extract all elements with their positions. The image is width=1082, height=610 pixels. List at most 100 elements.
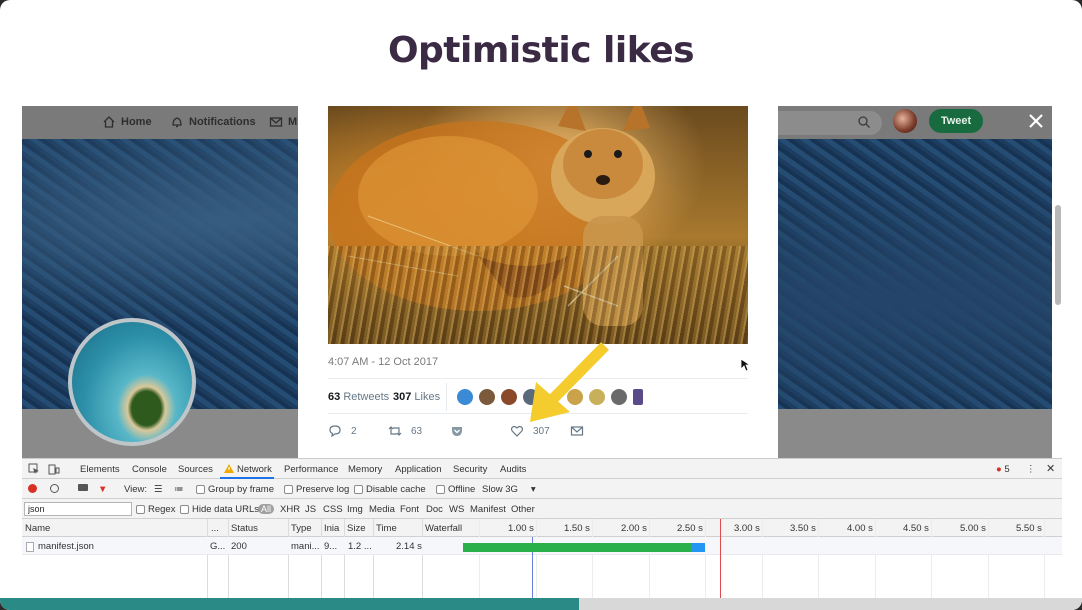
tab-application[interactable]: Application: [395, 464, 441, 475]
column-name[interactable]: Name: [25, 523, 50, 534]
tweet-timestamp[interactable]: 4:07 AM - 12 Oct 2017: [328, 356, 438, 368]
filter-type-css[interactable]: CSS: [323, 504, 343, 515]
load-event-line: [720, 519, 721, 599]
network-toolbar: ▼ View: ☰ ≔ Group by frame Preserve log …: [22, 479, 1062, 499]
grid-line: [875, 519, 876, 599]
group-by-frame-checkbox[interactable]: Group by frame: [196, 484, 274, 495]
timeline-tick: 4.00 s: [847, 523, 873, 534]
filter-type-other[interactable]: Other: [511, 504, 535, 515]
throttle-value: Slow 3G: [482, 484, 518, 495]
column-waterfall[interactable]: Waterfall: [425, 523, 462, 534]
tab-elements[interactable]: Elements: [80, 464, 120, 475]
retweets-count: 63: [328, 391, 341, 403]
tab-network[interactable]: Network: [237, 464, 272, 475]
tweet-photo[interactable]: [328, 106, 748, 344]
liker-avatar[interactable]: [478, 388, 496, 406]
waterfall-waiting-bar[interactable]: [463, 543, 691, 552]
column-size[interactable]: Size: [347, 523, 365, 534]
filter-icon[interactable]: ▼: [98, 484, 107, 495]
grid-line: [818, 519, 819, 599]
home-icon: [103, 116, 115, 128]
warning-icon: [224, 464, 234, 473]
device-toolbar-icon[interactable]: [48, 463, 60, 475]
likes-stat[interactable]: 307 Likes: [393, 391, 440, 403]
column-time[interactable]: Time: [376, 523, 397, 534]
regex-checkbox[interactable]: Regex: [136, 504, 175, 515]
reply-action[interactable]: 2: [328, 424, 357, 438]
tweet-button[interactable]: Tweet: [929, 109, 983, 133]
row-name-text: manifest.json: [38, 541, 94, 552]
column-initiator[interactable]: Inia: [324, 523, 339, 534]
clear-icon[interactable]: [50, 484, 59, 493]
disable-cache-checkbox[interactable]: Disable cache: [354, 484, 426, 495]
nav-messages[interactable]: M: [269, 115, 297, 129]
row-status: 200: [231, 541, 247, 552]
column-method[interactable]: ...: [211, 523, 219, 534]
filter-type-media[interactable]: Media: [369, 504, 395, 515]
retweets-label: Retweets: [343, 391, 390, 403]
grid-line: [536, 519, 537, 599]
filter-type-xhr[interactable]: XHR: [280, 504, 300, 515]
tab-memory[interactable]: Memory: [348, 464, 382, 475]
list-view-icon[interactable]: ☰: [154, 484, 163, 495]
tab-audits[interactable]: Audits: [500, 464, 526, 475]
row-size: 1.2 ...: [348, 541, 372, 552]
filter-type-font[interactable]: Font: [400, 504, 419, 515]
camera-icon[interactable]: [78, 484, 88, 491]
video-progress-bar[interactable]: [0, 598, 1082, 610]
filter-type-js[interactable]: JS: [305, 504, 316, 515]
record-icon[interactable]: [28, 484, 37, 493]
avatar[interactable]: [893, 109, 917, 133]
grid-line: [479, 519, 480, 599]
offline-label: Offline: [448, 484, 476, 495]
row-method: G...: [210, 541, 226, 552]
inspect-icon[interactable]: [28, 463, 40, 475]
regex-label: Regex: [148, 504, 176, 515]
tab-security[interactable]: Security: [453, 464, 487, 475]
reply-count: 2: [351, 425, 357, 437]
tab-console[interactable]: Console: [132, 464, 167, 475]
page-scrollbar[interactable]: [1055, 205, 1061, 305]
group-by-frame-label: Group by frame: [208, 484, 274, 495]
waterfall-view-icon[interactable]: ≔: [174, 484, 184, 495]
search-icon[interactable]: [857, 115, 871, 129]
waterfall-download-bar[interactable]: [691, 543, 705, 552]
preserve-log-label: Preserve log: [296, 484, 350, 495]
nav-home[interactable]: Home: [102, 115, 152, 129]
offline-checkbox[interactable]: Offline: [436, 484, 475, 495]
row-type: mani...: [291, 541, 320, 552]
tab-sources[interactable]: Sources: [178, 464, 213, 475]
column-divider: [422, 519, 423, 599]
grid-line: [705, 519, 706, 599]
column-status[interactable]: Status: [231, 523, 258, 534]
timeline-tick: 5.00 s: [960, 523, 986, 534]
filter-type-img[interactable]: Img: [347, 504, 363, 515]
filter-type-doc[interactable]: Doc: [426, 504, 443, 515]
grid-line: [1044, 519, 1045, 599]
retweets-stat[interactable]: 63 Retweets: [328, 391, 389, 403]
liker-avatar[interactable]: [632, 388, 644, 406]
throttle-select[interactable]: Slow 3G ▾: [482, 484, 536, 495]
filter-input[interactable]: [24, 502, 132, 516]
column-divider: [321, 519, 322, 599]
more-options-icon[interactable]: ⋮: [1026, 464, 1036, 475]
liker-avatar[interactable]: [500, 388, 518, 406]
filter-type-manifest[interactable]: Manifest: [470, 504, 506, 515]
filter-type-ws[interactable]: WS: [449, 504, 464, 515]
filter-type-all[interactable]: All: [258, 504, 275, 514]
nav-notifications[interactable]: Notifications: [170, 115, 256, 129]
pocket-action[interactable]: [450, 424, 464, 438]
retweet-action[interactable]: 63: [388, 424, 422, 438]
column-type[interactable]: Type: [291, 523, 312, 534]
row-initiator[interactable]: 9...: [324, 541, 337, 552]
tab-performance[interactable]: Performance: [284, 464, 338, 475]
preserve-log-checkbox[interactable]: Preserve log: [284, 484, 349, 495]
error-badge[interactable]: ● 5: [996, 464, 1010, 475]
liker-avatar[interactable]: [456, 388, 474, 406]
grid-line: [931, 519, 932, 599]
grid-line: [592, 519, 593, 599]
likes-count: 307: [393, 391, 412, 403]
close-devtools-icon[interactable]: ✕: [1046, 462, 1055, 475]
hide-data-urls-checkbox[interactable]: Hide data URLs: [180, 504, 259, 515]
close-icon[interactable]: [1024, 109, 1048, 133]
